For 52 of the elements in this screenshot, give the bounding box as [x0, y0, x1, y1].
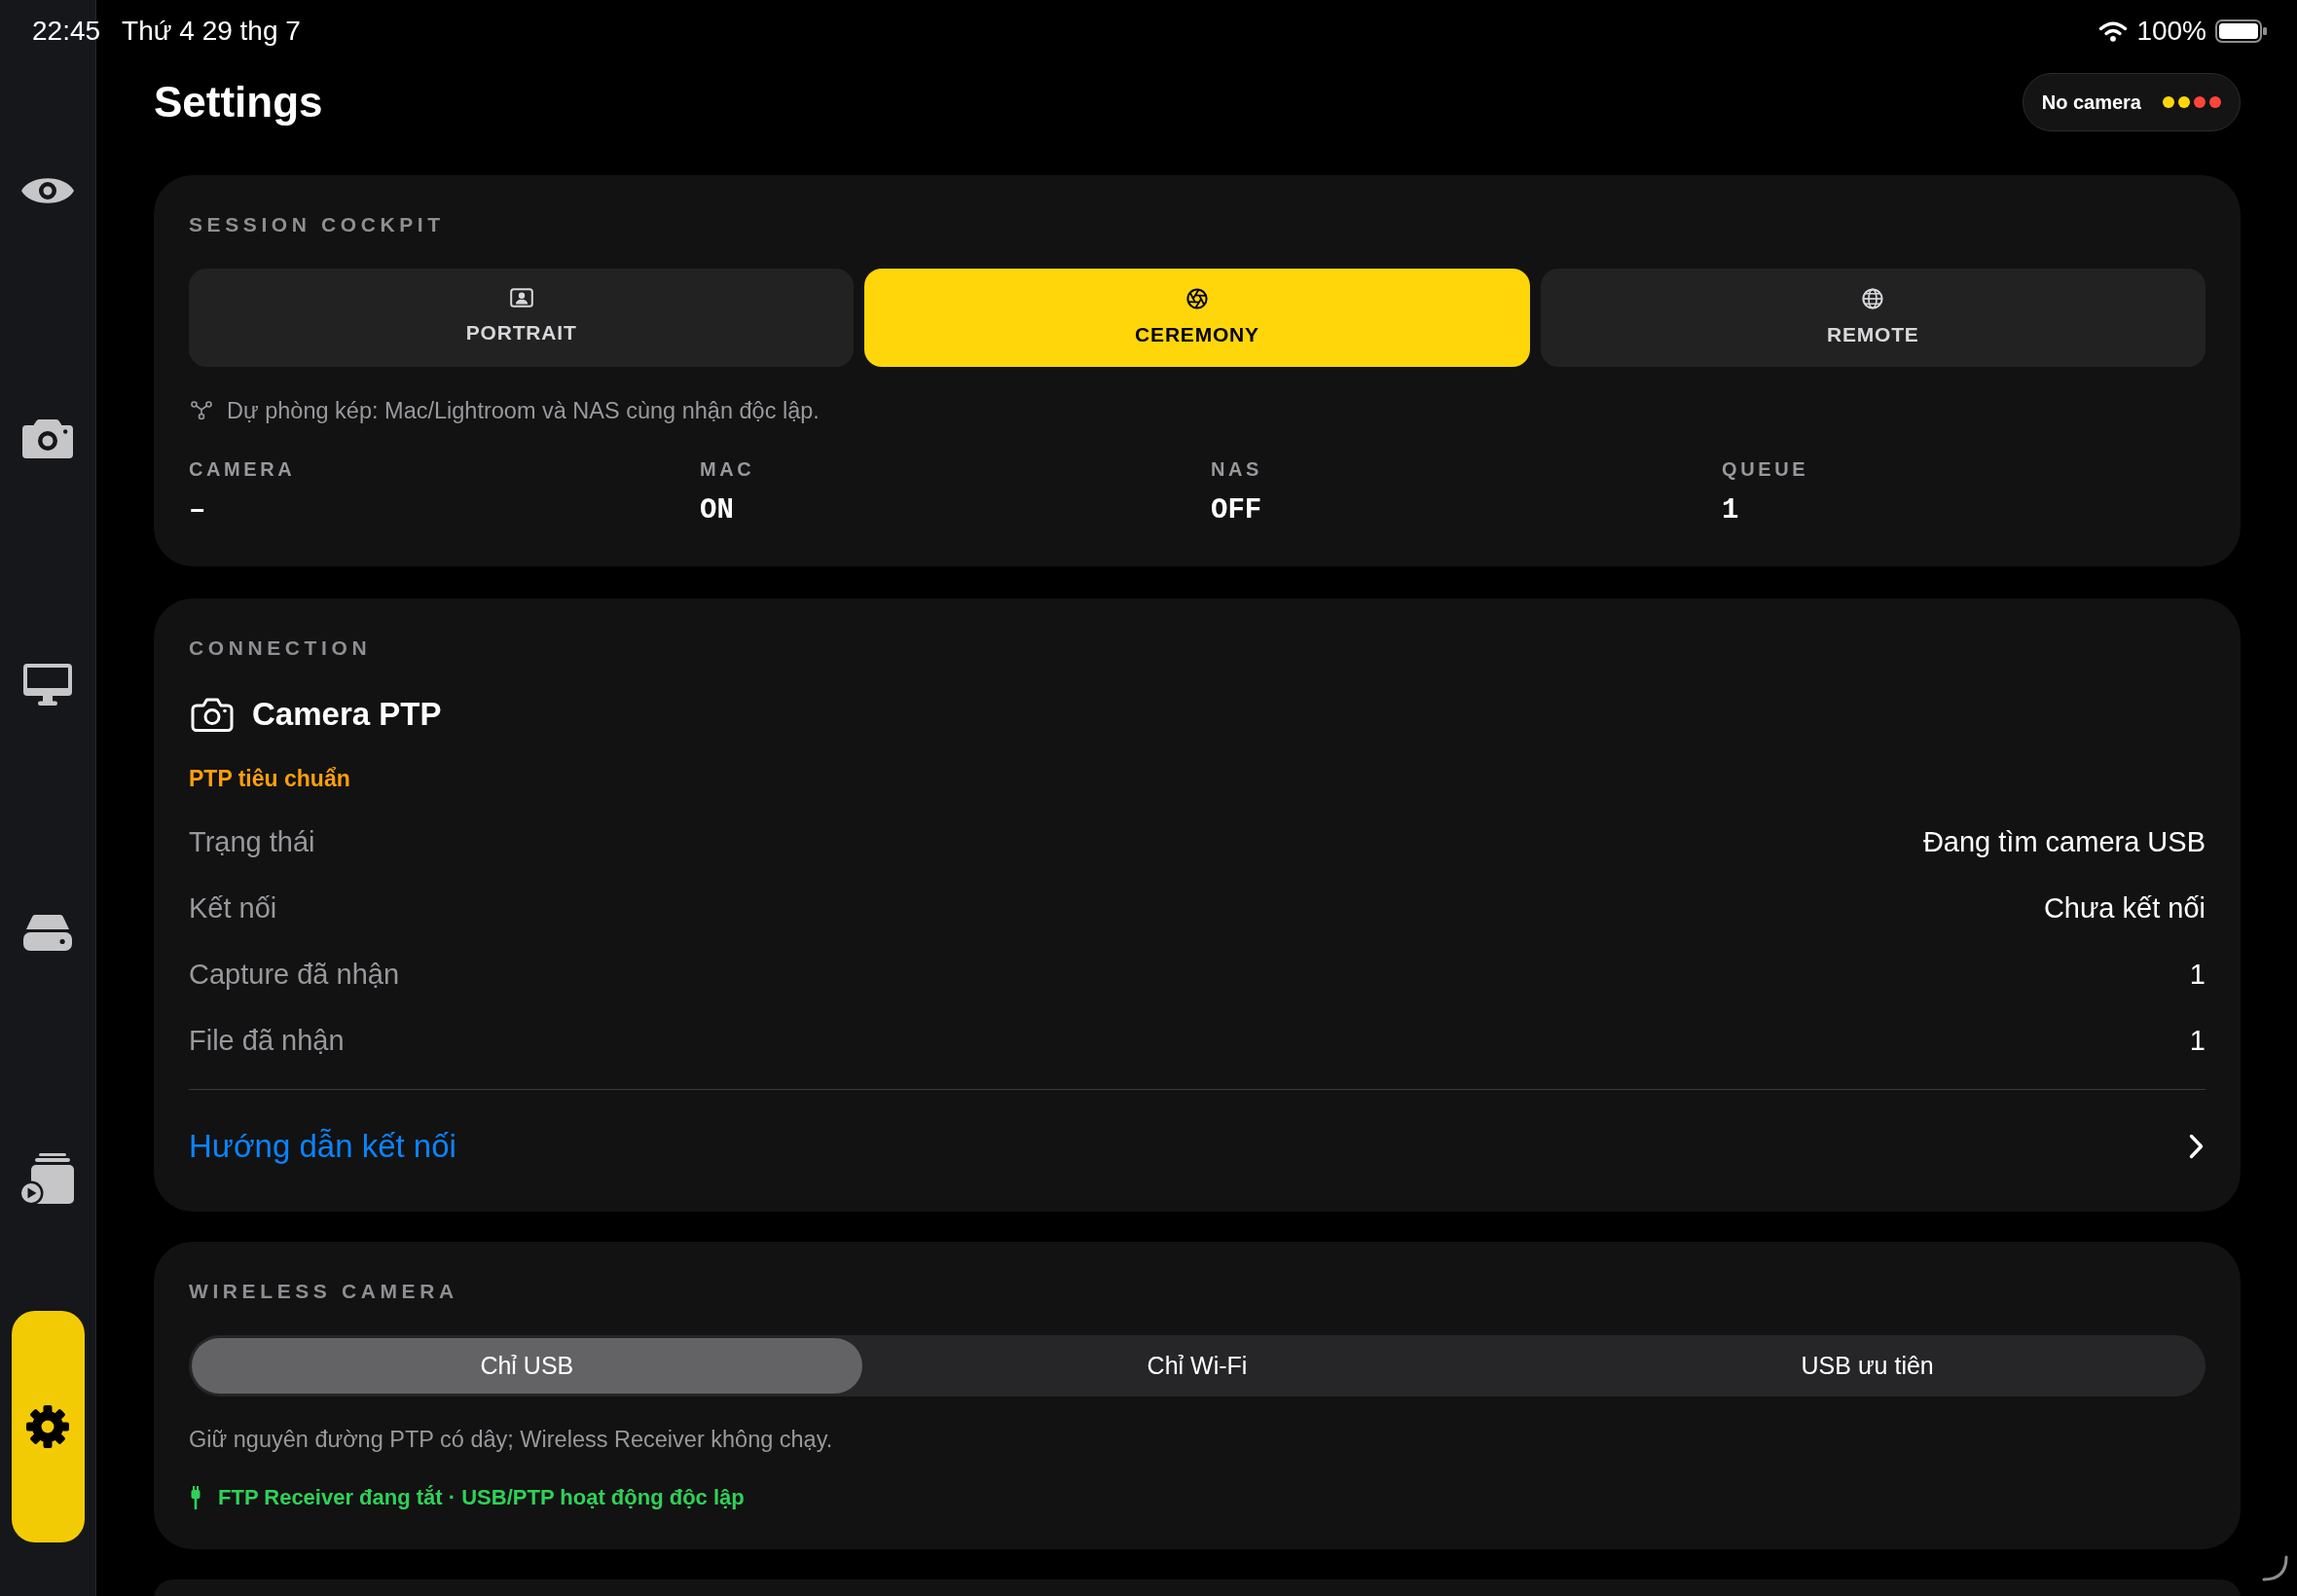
stat-value: OFF	[1211, 494, 1263, 527]
sidebar-tab[interactable]	[11, 1311, 85, 1542]
plug-icon	[191, 1486, 201, 1509]
chevron-right-icon[interactable]	[2189, 1134, 2204, 1159]
receiver-status-text: FTP Receiver đang tắt · USB/PTP hoạt động độc lập	[218, 1484, 745, 1511]
camera-icon	[191, 697, 234, 732]
mode-tab[interactable]: PORTRAIT	[189, 269, 855, 367]
stat-value: ON	[700, 494, 735, 527]
stat-label: CAMERA	[189, 457, 297, 481]
segment-option[interactable]: Chỉ Wi-Fi	[861, 1338, 1533, 1394]
info-label: Trạng thái	[189, 825, 315, 859]
stat-label: MAC	[700, 457, 756, 481]
photo-stack-icon	[19, 1153, 76, 1206]
stat-value: –	[189, 494, 207, 527]
info-value: 1	[2189, 1024, 2206, 1058]
monitor-icon	[23, 664, 72, 707]
wifi-icon	[2098, 20, 2129, 42]
segment-option[interactable]: USB ưu tiên	[1532, 1338, 2203, 1394]
section-title: CONNECTION	[189, 636, 373, 660]
portrait-icon	[509, 288, 533, 308]
battery-icon	[2215, 19, 2268, 43]
info-value: Đang tìm camera USB	[1922, 825, 2206, 859]
note-text: Dự phòng kép: Mac/Lightroom và NAS cùng nhận độc lập.	[227, 397, 820, 424]
battery-percent: 100%	[2136, 16, 2206, 47]
camera-status-label: No camera	[2041, 91, 2141, 114]
globe-icon	[1862, 288, 1884, 309]
page-title: Settings	[154, 77, 323, 127]
device-title: Camera PTP	[252, 695, 442, 734]
drive-icon	[23, 914, 72, 951]
stat-value: 1	[1722, 494, 1740, 527]
status-time: 22:45	[32, 16, 101, 47]
description-text: Giữ nguyên đường PTP có dây; Wireless Receiver không chạy.	[189, 1426, 834, 1453]
segment-option[interactable]: Chỉ USB	[192, 1338, 862, 1394]
stat-label: QUEUE	[1722, 457, 1810, 481]
ptp-mode-label: PTP tiêu chuẩn	[189, 765, 351, 792]
camera-icon	[22, 417, 73, 458]
corner-handle-icon[interactable]	[2262, 1555, 2289, 1582]
mode-tab[interactable]: CEREMONY	[864, 269, 1530, 367]
aperture-icon	[1186, 288, 1208, 309]
info-value: 1	[2189, 958, 2206, 992]
gear-icon	[26, 1405, 69, 1448]
section-title: WIRELESS CAMERA	[189, 1280, 459, 1303]
info-label: Kết nối	[189, 891, 277, 925]
mode-tab[interactable]: REMOTE	[1540, 269, 2206, 367]
info-value: Chưa kết nối	[2043, 891, 2206, 925]
stat-label: NAS	[1211, 457, 1264, 481]
guide-link[interactable]: Hướng dẫn kết nối	[189, 1127, 456, 1166]
info-label: File đã nhận	[189, 1024, 345, 1058]
network-icon	[191, 401, 212, 420]
info-label: Capture đã nhận	[189, 958, 400, 992]
section-title: SESSION COCKPIT	[189, 213, 446, 236]
status-date: Thứ 4 29 thg 7	[122, 16, 301, 47]
